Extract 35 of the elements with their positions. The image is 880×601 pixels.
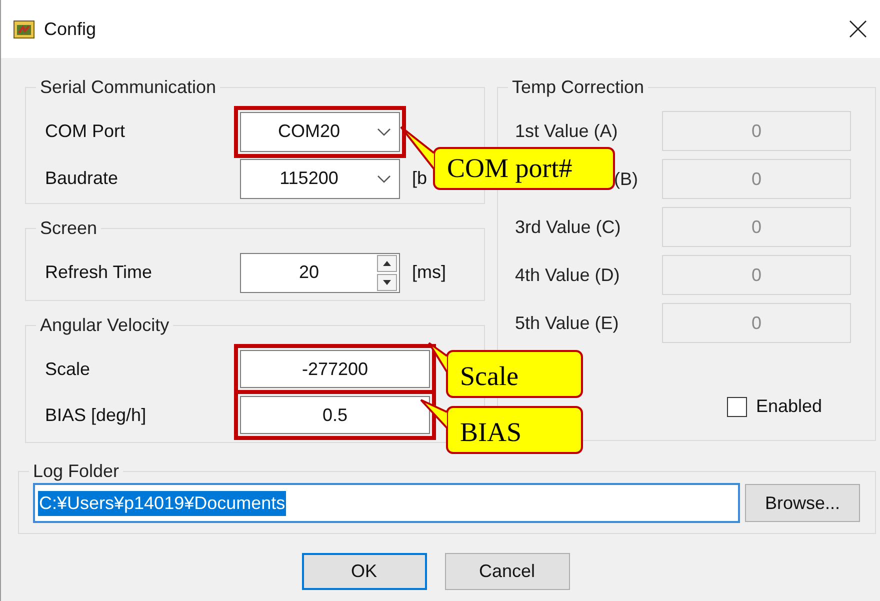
callout: Scale: [446, 350, 583, 398]
dropdown[interactable]: COM20: [240, 112, 400, 152]
field-label: BIAS [deg/h]: [45, 404, 148, 426]
spin-up-button[interactable]: [377, 254, 397, 272]
field-label: COM Port: [45, 121, 126, 142]
number-spinner[interactable]: 20: [240, 252, 400, 292]
field-label: 5th Value (E): [515, 312, 620, 334]
field-label: 1st Value (A): [515, 120, 619, 142]
window-title: Config: [44, 18, 96, 40]
field-label: (B): [614, 168, 639, 190]
field-label: Refresh Time: [45, 262, 154, 283]
input-field[interactable]: 0.5: [240, 396, 430, 434]
input-field[interactable]: -277200: [240, 350, 430, 388]
app-icon: [13, 19, 35, 39]
browse-button[interactable]: Browse...: [745, 484, 860, 522]
dropdown-chevron-icon: [377, 174, 391, 182]
callout: BIAS: [446, 406, 583, 454]
field-label: Baudrate: [45, 168, 120, 189]
dialog-button[interactable]: Cancel: [444, 553, 570, 590]
close-icon: [849, 20, 867, 38]
default-button[interactable]: OK: [302, 553, 426, 590]
down-arrow-icon: [383, 280, 391, 284]
path-text: C:¥Users¥p14019¥Documents: [38, 490, 286, 516]
dropdown[interactable]: 115200: [240, 158, 400, 198]
dropdown-chevron-icon: [377, 128, 391, 136]
checkbox[interactable]: [727, 396, 747, 416]
field-label: 3rd Value (C): [515, 216, 622, 238]
checkbox-label: Enabled: [756, 396, 824, 417]
folder-path-field[interactable]: C:¥Users¥p14019¥Documents: [33, 483, 740, 523]
field-label: 4th Value (D): [515, 264, 621, 286]
field-label: Scale: [45, 358, 92, 380]
spin-down-button[interactable]: [377, 274, 397, 290]
unit-label: [ms]: [412, 262, 446, 283]
up-arrow-icon: [383, 260, 391, 266]
unit-label: [b: [412, 168, 428, 189]
